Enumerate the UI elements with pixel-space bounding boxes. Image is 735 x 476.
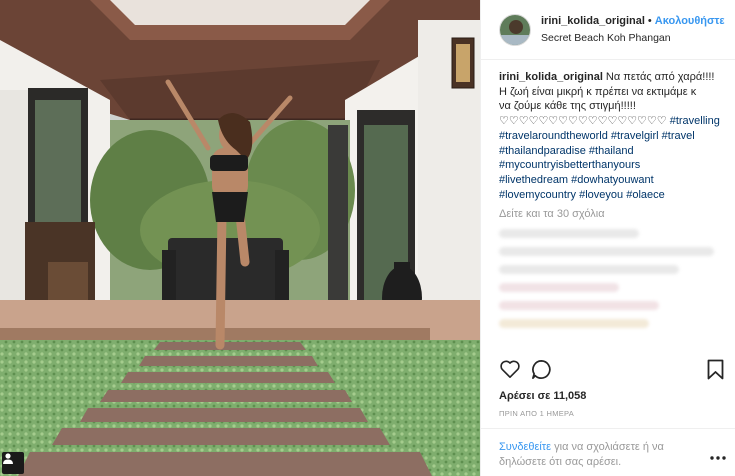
hashtag-link[interactable]: #travelaroundtheworld <box>499 130 608 142</box>
blurred-comment <box>499 229 639 239</box>
hashtag-link[interactable]: #livethedream <box>499 174 568 186</box>
hashtag-link[interactable]: #travelgirl <box>611 130 659 142</box>
bookmark-icon[interactable] <box>707 359 724 385</box>
blurred-comment <box>499 319 649 329</box>
caption: irini_kolida_original Να πετάς από χαρά!!… <box>499 70 724 202</box>
hashtag-link[interactable]: #thailandparadise <box>499 145 586 157</box>
caption-line: να ζούμε κάθε της στιγμή!!!!! <box>499 100 636 113</box>
hashtag-link[interactable]: #loveyou <box>579 189 623 201</box>
username[interactable]: irini_kolida_original <box>541 15 645 27</box>
comments-section: irini_kolida_original Να πετάς από χαρά!!… <box>481 60 735 329</box>
caption-line: Η ζωή είναι μικρή κ πρέπει να εκτιμάμε κ <box>499 85 697 98</box>
post-time[interactable]: ΠΡΙΝ ΑΠΟ 1 ΗΜΕΡΑ <box>499 409 574 418</box>
post-photo[interactable] <box>0 0 480 476</box>
post-photo-illustration <box>0 0 480 476</box>
separator-dot: • <box>647 14 652 27</box>
blurred-comment <box>499 247 714 257</box>
location-link[interactable]: Secret Beach Koh Phangan <box>541 30 725 47</box>
user-tag-icon[interactable] <box>2 452 24 474</box>
more-options-icon[interactable] <box>710 447 726 465</box>
hashtag-link[interactable]: #thailand <box>589 145 634 157</box>
avatar[interactable] <box>499 13 531 46</box>
hashtag-link[interactable]: #travelling <box>670 115 720 127</box>
caption-line: Να πετάς από χαρά!!!! <box>605 71 715 83</box>
likes-count[interactable]: Αρέσει σε 11,058 <box>499 390 586 402</box>
login-text: Συνδεθείτε για να σχολιάσετε ή να δηλώσε… <box>499 440 689 470</box>
hashtag-link[interactable]: #olaece <box>626 189 665 201</box>
follow-button[interactable]: Ακολουθήστε <box>655 15 725 27</box>
hashtag-link[interactable]: #travel <box>662 130 695 142</box>
post-header: irini_kolida_original • Ακολουθήστε Secret… <box>481 0 735 60</box>
blurred-comment <box>499 301 659 311</box>
view-all-comments-link[interactable]: Δείτε και τα 30 σχόλια <box>499 208 717 220</box>
comment-bubble-icon[interactable] <box>531 359 552 385</box>
login-link[interactable]: Συνδεθείτε <box>499 441 551 453</box>
blurred-comment <box>499 283 619 293</box>
post-actions <box>499 357 725 383</box>
heart-icon[interactable] <box>499 359 521 384</box>
caption-hearts: ♡♡♡♡♡♡♡♡♡♡♡♡♡♡♡♡♡ <box>499 115 667 128</box>
hashtag-link[interactable]: #dowhatyouwant <box>571 174 654 186</box>
hashtag-link[interactable]: #lovemycountry <box>499 189 576 201</box>
hashtag-link[interactable]: #mycountryisbetterthanyours <box>499 159 640 171</box>
caption-username[interactable]: irini_kolida_original <box>499 71 603 83</box>
blurred-comments <box>499 229 717 329</box>
blurred-comment <box>499 265 679 275</box>
post-side-panel: irini_kolida_original • Ακολουθήστε Secret… <box>480 0 735 476</box>
login-prompt: Συνδεθείτε για να σχολιάσετε ή να δηλώσε… <box>481 428 735 476</box>
